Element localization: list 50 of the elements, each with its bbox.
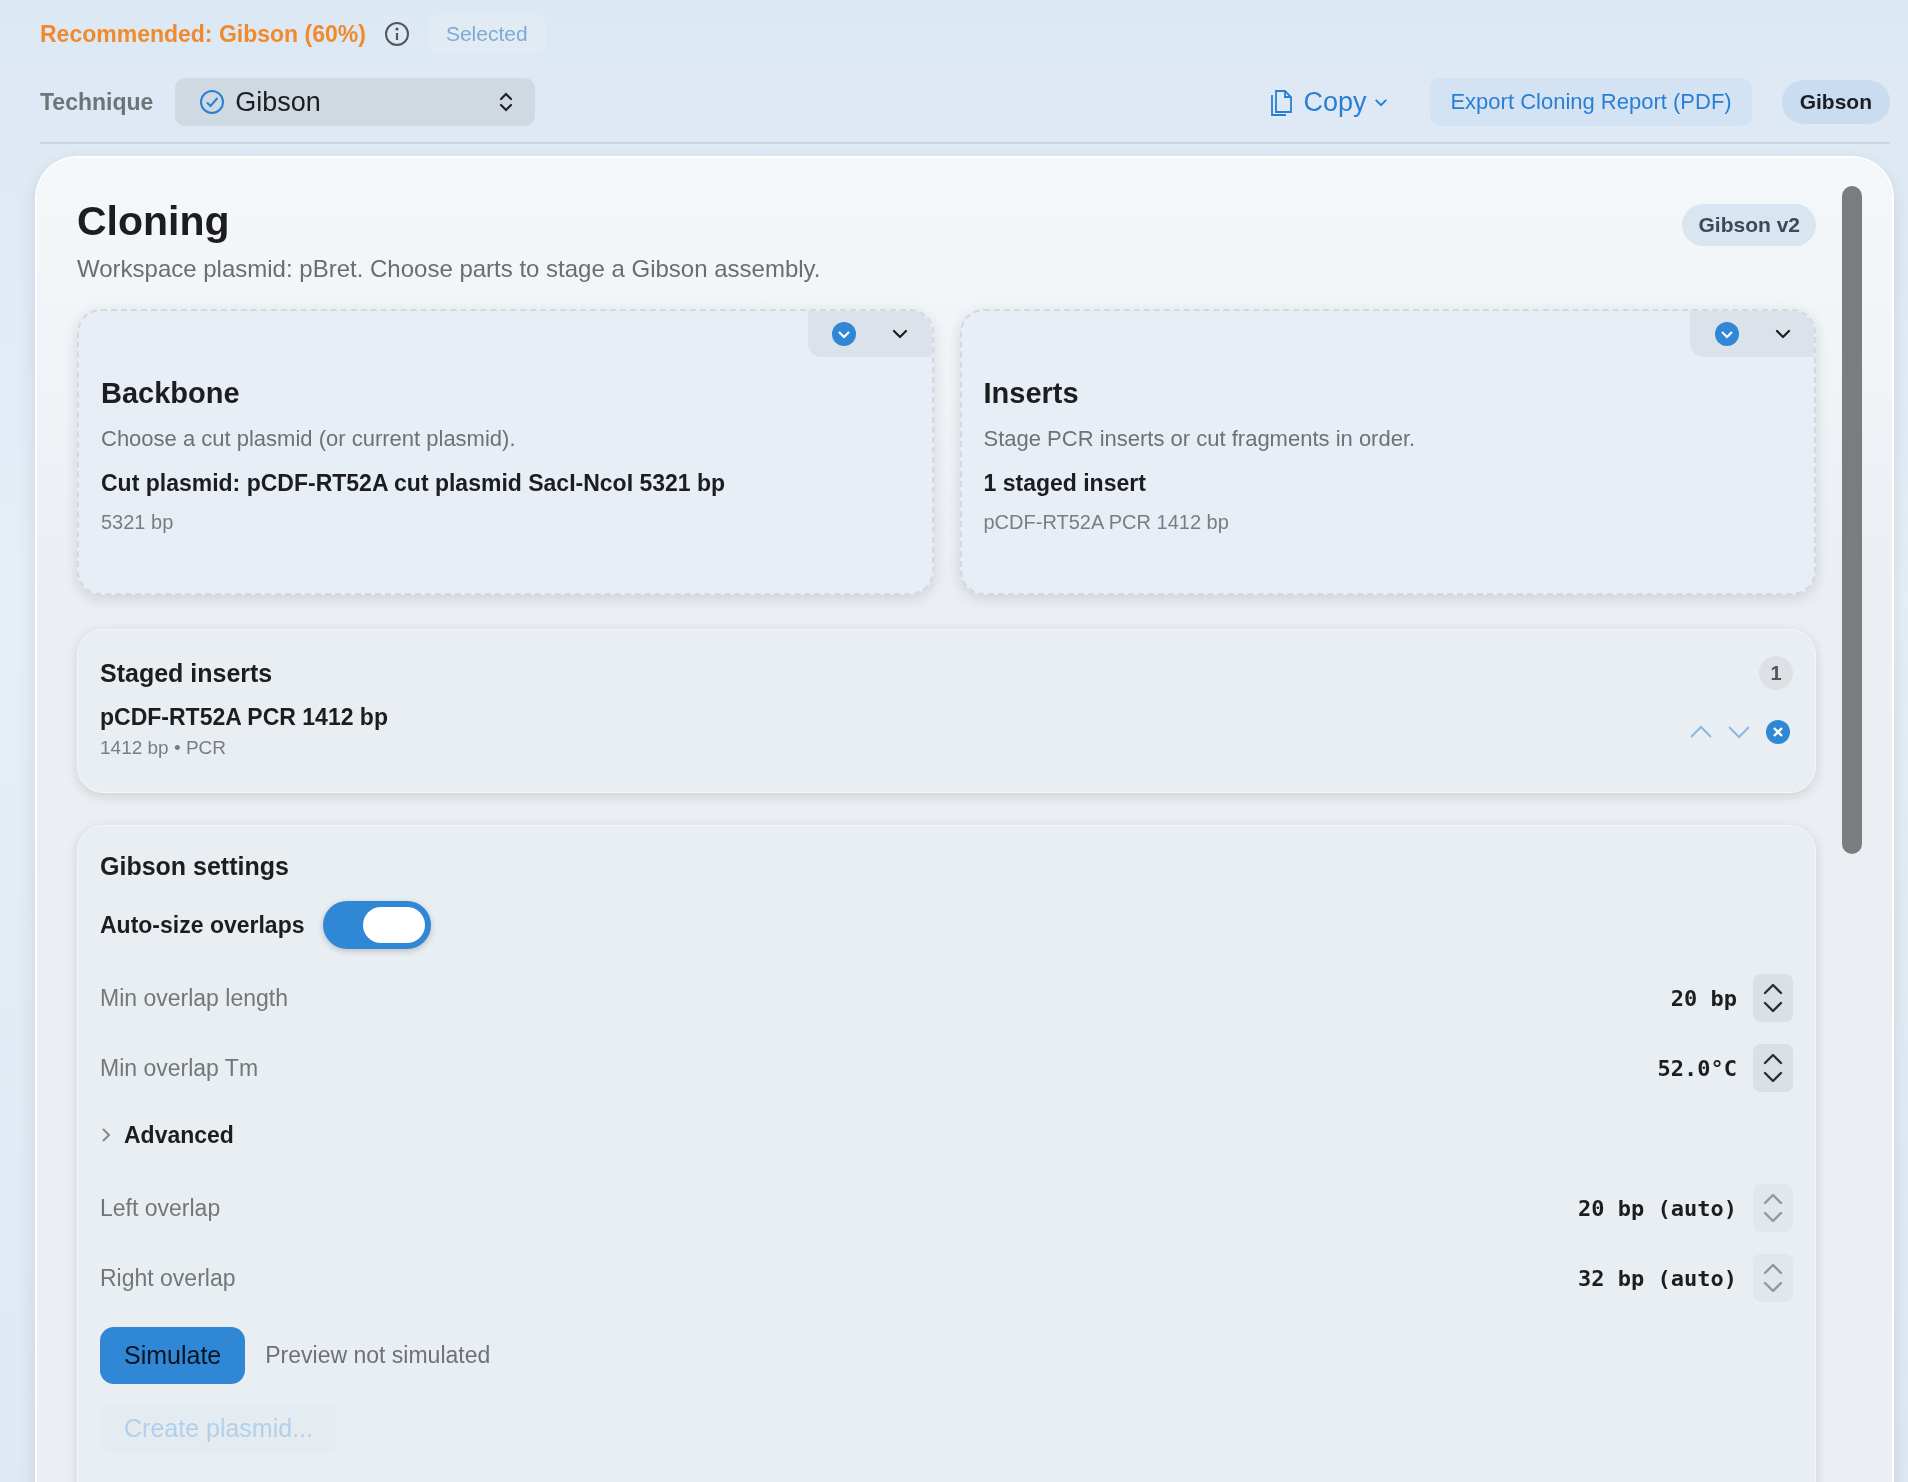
card-summary: Cut plasmid: pCDF-RT52A cut plasmid SacI-NcoI 5321 bp [101, 470, 727, 497]
field-label: Min overlap length [100, 984, 289, 1012]
field-value: 20 bp (auto) [1578, 1195, 1737, 1221]
chevron-down-icon [1374, 97, 1389, 107]
field-value: 32 bp (auto) [1578, 1265, 1737, 1291]
card-menu-button[interactable] [807, 311, 932, 357]
card-description: Choose a cut plasmid (or current plasmid). [101, 426, 517, 452]
card-menu-button[interactable] [1690, 311, 1814, 357]
panel-subtitle: Workspace plasmid: pBret. Choose parts to stage a Gibson assembly. [77, 255, 822, 283]
insert-meta: 1412 bp • PCR [100, 737, 227, 759]
card-detail: 5321 bp [101, 511, 175, 534]
toggle-label: Auto-size overlaps [100, 911, 305, 939]
scrollbar-thumb[interactable] [1842, 186, 1862, 854]
card-detail: pCDF-RT52A PCR 1412 bp [983, 511, 1230, 534]
info-icon[interactable] [383, 21, 410, 47]
technique-select[interactable]: Gibson [175, 78, 536, 126]
card-title: Inserts [983, 377, 1080, 410]
technique-label: Technique [40, 88, 154, 116]
toggle-switch[interactable] [322, 901, 431, 949]
selected-status: Selected [427, 14, 546, 54]
section-title: Gibson settings [100, 852, 290, 881]
stepper-control[interactable] [1753, 1044, 1793, 1092]
count-badge: 1 [1759, 656, 1793, 690]
card-description: Stage PCR inserts or cut fragments in order. [983, 426, 1417, 452]
section-title: Staged inserts [100, 658, 273, 688]
stepper-control[interactable] [1753, 974, 1793, 1022]
insert-name: pCDF-RT52A PCR 1412 bp [100, 704, 388, 731]
move-down-button[interactable] [1727, 724, 1751, 739]
version-badge: Gibson v2 [1682, 204, 1816, 246]
advanced-toggle[interactable]: Advanced [100, 1103, 234, 1167]
field-label: Min overlap Tm [100, 1054, 260, 1082]
recommendation-text: Recommended: Gibson (60%) [40, 20, 366, 48]
field-value: 20 bp [1670, 985, 1737, 1011]
simulate-button[interactable]: Simulate [100, 1327, 246, 1384]
chevron-down-icon [1774, 329, 1791, 339]
chevron-right-icon [100, 1126, 112, 1144]
panel-title: Cloning [77, 198, 231, 245]
field-value: 52.0°C [1657, 1055, 1737, 1081]
preview-status: Preview not simulated [265, 1342, 491, 1369]
remove-button[interactable] [1765, 718, 1791, 745]
card-title: Backbone [101, 377, 241, 410]
export-report-button[interactable]: Export Cloning Report (PDF) [1430, 78, 1752, 126]
updown-icon [499, 91, 514, 113]
field-label: Right overlap [100, 1264, 237, 1292]
move-up-button[interactable] [1689, 724, 1713, 739]
field-label: Left overlap [100, 1194, 222, 1222]
copy-button[interactable]: Copy [1259, 86, 1399, 118]
technique-badge: Gibson [1781, 80, 1890, 124]
card-summary: 1 staged insert [983, 470, 1147, 497]
chevron-down-icon [892, 329, 908, 339]
